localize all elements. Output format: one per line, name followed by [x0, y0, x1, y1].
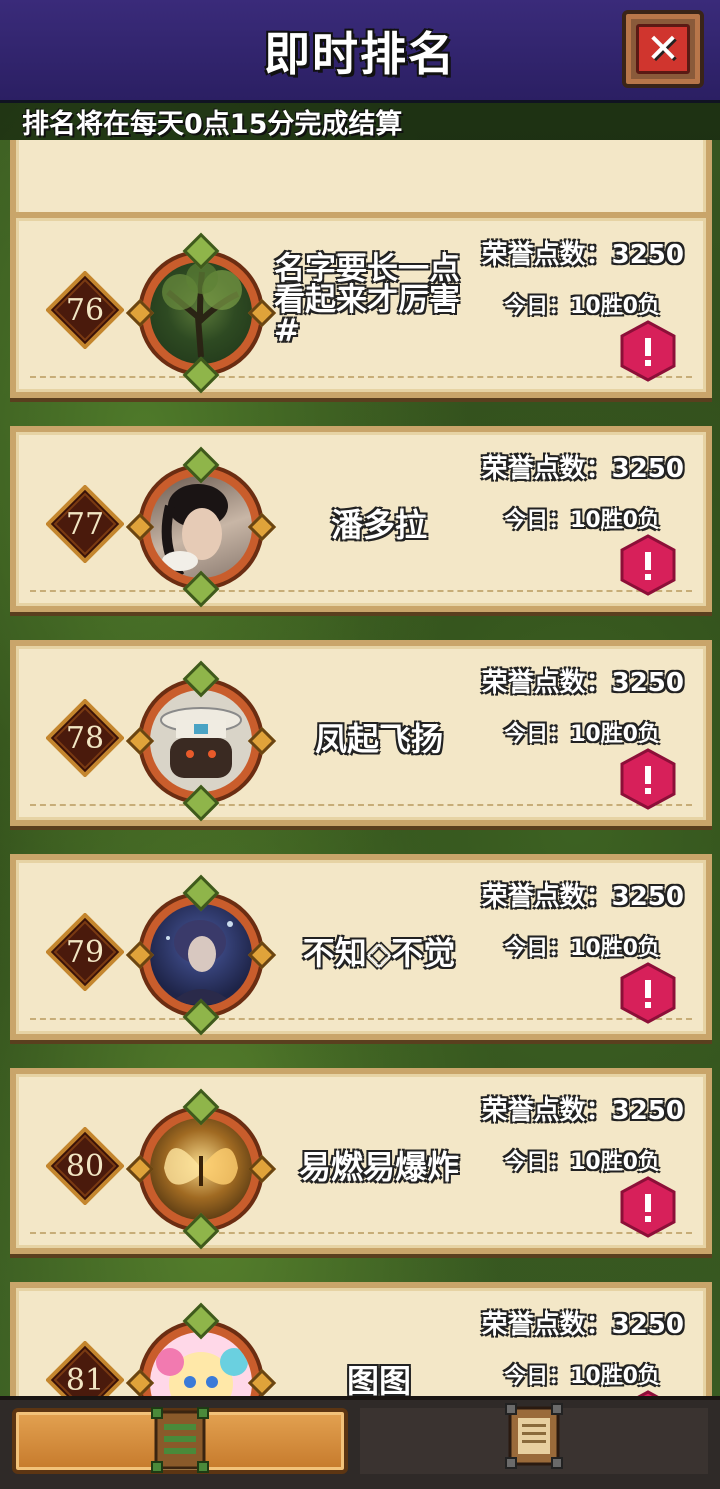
report-button[interactable] — [620, 748, 676, 810]
ranking-card: 76 名字要长一点看起来才厉害# 荣誉点数：3250 今日：10胜0负 — [10, 212, 712, 398]
bottom-nav — [0, 1396, 720, 1489]
avatar-image — [150, 904, 252, 1006]
ranking-list[interactable]: 76 名字要长一点看起来才厉害# 荣誉点数：3250 今日：10胜0负 77 潘… — [0, 140, 720, 1398]
report-button[interactable] — [620, 534, 676, 596]
honor-points: 荣誉点数：3250 — [481, 1310, 684, 1340]
rank-badge: 77 — [46, 485, 124, 563]
rank-number: 81 — [65, 1362, 105, 1398]
ranking-card: 79 不知◇不觉 荣誉点数：3250 今日：10胜0负 — [10, 854, 712, 1040]
player-name: 易燃易爆炸 — [298, 1148, 459, 1186]
today-record: 今日：10胜0负 — [504, 1150, 660, 1175]
avatar-image — [150, 1118, 252, 1220]
report-button[interactable] — [620, 320, 676, 382]
rank-badge: 78 — [46, 699, 124, 777]
scroll-board-icon — [504, 1402, 564, 1470]
warning-icon — [620, 748, 676, 810]
warning-icon — [620, 534, 676, 596]
today-record: 今日：10胜0负 — [504, 1364, 660, 1389]
avatar-image — [150, 262, 252, 364]
player-name: 凤起飞扬 — [314, 720, 443, 758]
warning-icon — [620, 1176, 676, 1238]
tab-scroll-board[interactable] — [360, 1403, 708, 1474]
warning-icon — [620, 320, 676, 382]
honor-points: 荣誉点数：3250 — [481, 882, 684, 912]
page-title: 即时排名 — [264, 27, 456, 81]
today-record: 今日：10胜0负 — [504, 936, 660, 961]
honor-points: 荣誉点数：3250 — [481, 668, 684, 698]
ranking-list-icon — [150, 1406, 210, 1474]
close-icon: ✕ — [636, 24, 690, 74]
tab-ranking-list[interactable] — [12, 1406, 348, 1474]
avatar-image — [150, 476, 252, 578]
honor-points: 荣誉点数：3250 — [481, 1096, 684, 1126]
rank-number: 77 — [65, 506, 105, 542]
rank-badge: 76 — [46, 271, 124, 349]
avatar[interactable] — [125, 446, 277, 608]
rank-badge: 80 — [46, 1127, 124, 1205]
rank-number: 79 — [65, 934, 105, 970]
rank-badge: 79 — [46, 913, 124, 991]
ranking-card: 78 凤起飞扬 荣誉点数：3250 今日：10胜0负 — [10, 640, 712, 826]
ranking-card: 80 易燃易爆炸 荣誉点数：3250 今日：10胜0负 — [10, 1068, 712, 1254]
rank-number: 76 — [65, 292, 105, 328]
rank-badge: 81 — [46, 1341, 124, 1398]
today-record: 今日：10胜0负 — [504, 722, 660, 747]
report-button[interactable] — [620, 1176, 676, 1238]
report-button[interactable] — [620, 962, 676, 1024]
avatar[interactable] — [125, 660, 277, 822]
avatar[interactable] — [125, 1302, 277, 1398]
avatar[interactable] — [125, 232, 277, 394]
ranking-card: 81 图图 荣誉点数：3250 今日：10胜0负 — [10, 1282, 712, 1398]
player-name: 潘多拉 — [330, 506, 427, 544]
player-name: 名字要长一点看起来才厉害# — [274, 251, 460, 349]
player-name: 不知◇不觉 — [302, 934, 456, 972]
header-bar: 即时排名 ✕ — [0, 0, 720, 103]
avatar-image — [150, 690, 252, 792]
honor-points: 荣誉点数：3250 — [481, 240, 684, 270]
avatar[interactable] — [125, 874, 277, 1036]
warning-icon — [620, 962, 676, 1024]
honor-points: 荣誉点数：3250 — [481, 454, 684, 484]
avatar[interactable] — [125, 1088, 277, 1250]
settlement-notice: 排名将在每天0点15分完成结算 — [22, 109, 403, 140]
today-record: 今日：10胜0负 — [504, 508, 660, 533]
today-record: 今日：10胜0负 — [504, 294, 660, 319]
ranking-card: 77 潘多拉 荣誉点数：3250 今日：10胜0负 — [10, 426, 712, 612]
player-name: 图图 — [346, 1362, 411, 1398]
rank-number: 78 — [65, 720, 105, 756]
close-button[interactable]: ✕ — [622, 10, 704, 88]
rank-number: 80 — [65, 1148, 105, 1184]
